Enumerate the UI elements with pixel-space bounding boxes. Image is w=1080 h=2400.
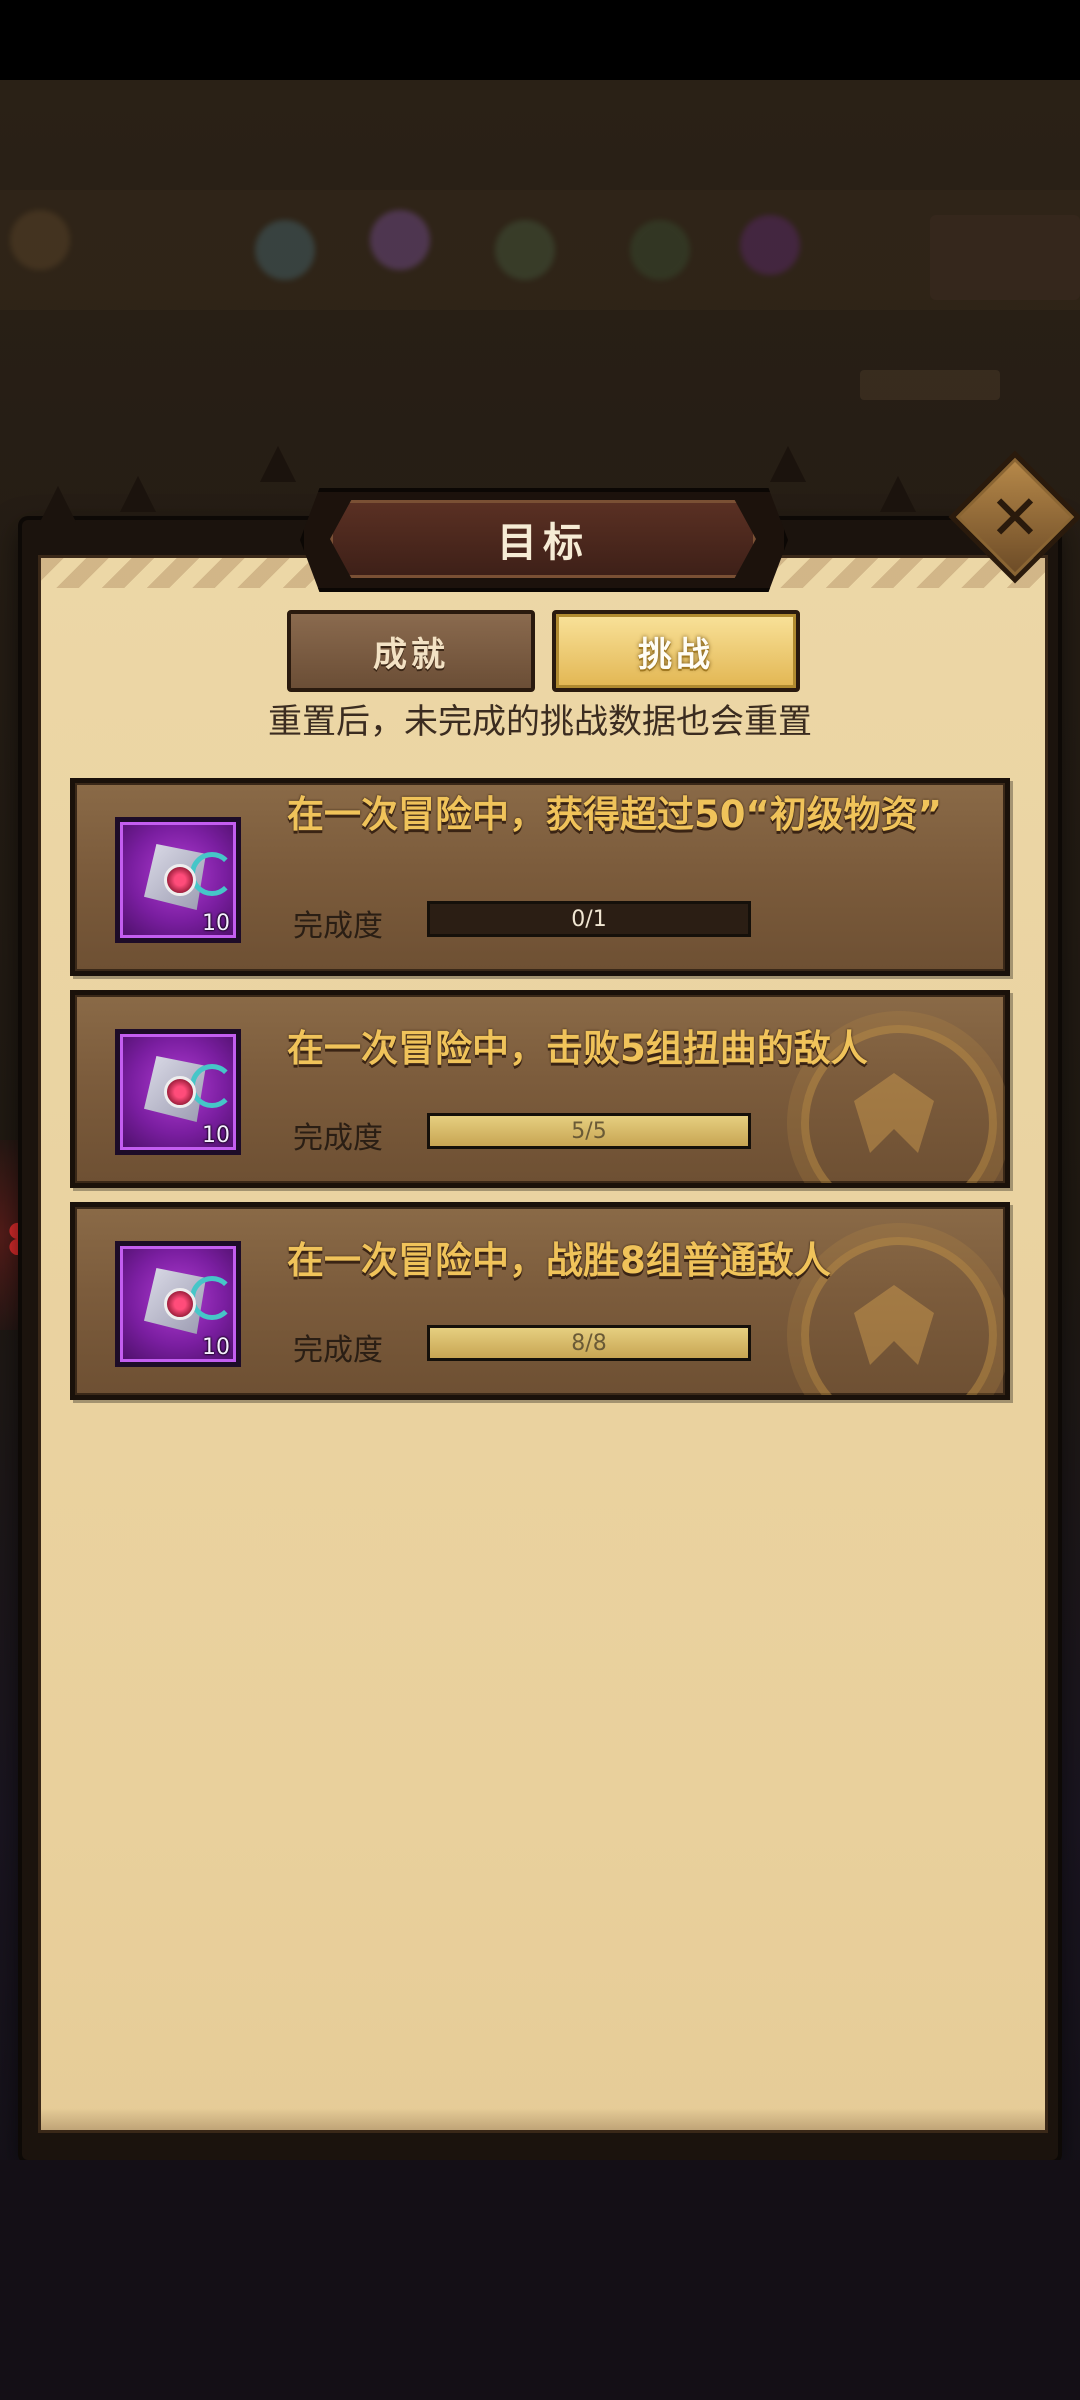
background-icon — [495, 220, 555, 280]
task-title: 在一次冒险中，击败5组扭曲的敌人 — [287, 1027, 868, 1070]
progress-text: 8/8 — [571, 1330, 607, 1356]
task-title: 在一次冒险中，获得超过50“初级物资” — [287, 793, 943, 836]
progress-bar: 5/5 — [427, 1113, 751, 1149]
bottom-area — [0, 2160, 1080, 2400]
status-bar — [0, 0, 1080, 80]
flower-seal-icon — [164, 1288, 196, 1320]
close-icon[interactable]: ✕ — [968, 470, 1062, 564]
task-card[interactable]: 10 在一次冒险中，获得超过50“初级物资” 完成度 0/1 — [70, 778, 1010, 976]
frame-spike — [770, 446, 806, 482]
reset-notice: 重置后，未完成的挑战数据也会重置 — [268, 702, 812, 742]
ribbon-icon — [190, 852, 234, 896]
frame-spike — [40, 486, 76, 522]
reward-item[interactable]: 10 — [115, 1241, 241, 1367]
reward-quantity: 10 — [202, 1123, 230, 1148]
reward-quantity: 10 — [202, 1335, 230, 1360]
frame-spike — [260, 446, 296, 482]
frame-spike — [120, 476, 156, 512]
flower-seal-icon — [164, 864, 196, 896]
progress-bar: 0/1 — [427, 901, 751, 937]
progress-text: 5/5 — [571, 1118, 607, 1144]
ribbon-icon — [190, 1064, 234, 1108]
progress-label: 完成度 — [293, 1121, 383, 1156]
task-card[interactable]: 10 在一次冒险中，战胜8组普通敌人 完成度 8/8 — [70, 1202, 1010, 1400]
background-icon — [630, 220, 690, 280]
reward-item[interactable]: 10 — [115, 817, 241, 943]
progress-label: 完成度 — [293, 909, 383, 944]
tab-achievements[interactable]: 成就 — [287, 610, 535, 692]
background-icon — [10, 210, 70, 270]
background-icon — [740, 215, 800, 275]
background-icon — [255, 220, 315, 280]
background-button — [930, 215, 1080, 300]
dialog-title: 目标 — [497, 520, 589, 566]
title-plate: 目标 — [330, 500, 756, 578]
progress-bar: 8/8 — [427, 1325, 751, 1361]
frame-spike — [880, 476, 916, 512]
reward-item[interactable]: 10 — [115, 1029, 241, 1155]
task-title: 在一次冒险中，战胜8组普通敌人 — [287, 1239, 831, 1282]
reward-quantity: 10 — [202, 911, 230, 936]
background-icon — [370, 210, 430, 270]
flower-seal-icon — [164, 1076, 196, 1108]
progress-label: 完成度 — [293, 1333, 383, 1368]
ribbon-icon — [190, 1276, 234, 1320]
task-card[interactable]: 10 在一次冒险中，击败5组扭曲的敌人 完成度 5/5 — [70, 990, 1010, 1188]
progress-text: 0/1 — [571, 906, 607, 932]
tab-challenges[interactable]: 挑战 — [552, 610, 800, 692]
background-label — [860, 370, 1000, 400]
